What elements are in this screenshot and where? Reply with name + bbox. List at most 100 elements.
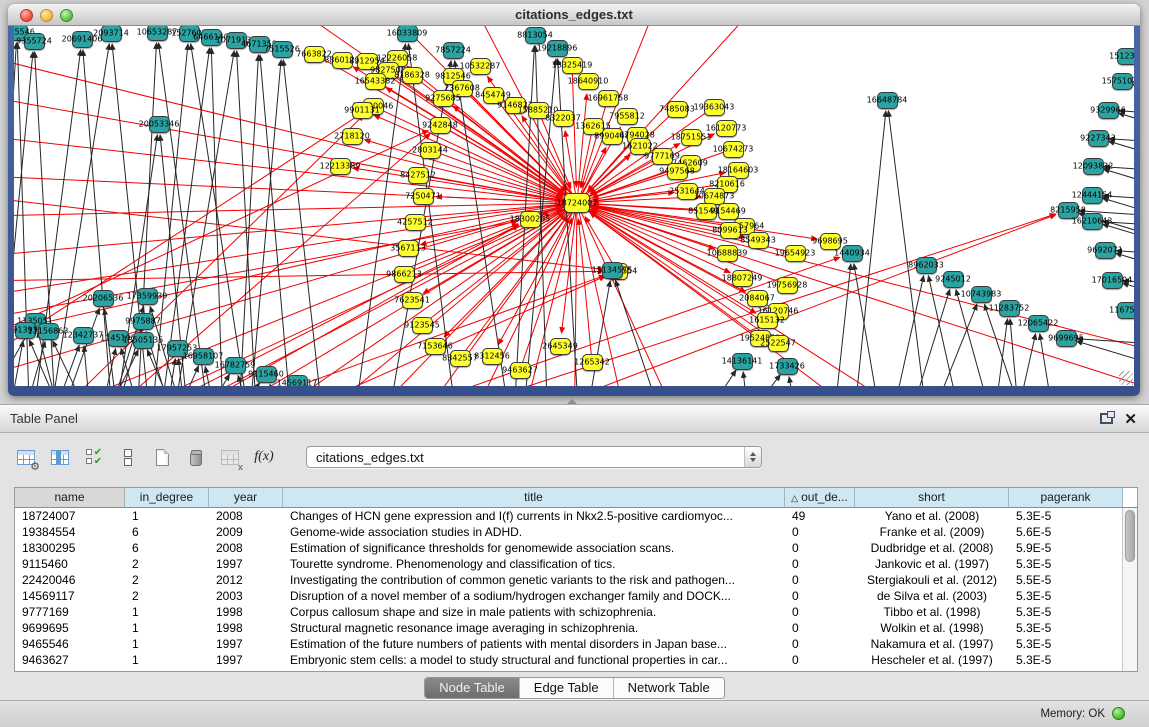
table-scrollbar[interactable] <box>1122 508 1137 671</box>
tab-edge-table[interactable]: Edge Table <box>520 678 614 698</box>
table-row[interactable]: 969969511998Structural magnetic resonanc… <box>15 620 1137 636</box>
column-header-short[interactable]: short <box>855 488 1009 507</box>
float-panel-icon[interactable] <box>1100 413 1113 424</box>
graph-node[interactable]: 17016504 <box>1102 272 1123 289</box>
graph-node[interactable]: 13505135 <box>133 332 154 349</box>
table-row[interactable]: 946554611997Estimation of the future num… <box>15 636 1137 652</box>
scrollbar-thumb[interactable] <box>1125 510 1135 562</box>
graph-node[interactable]: 12065422 <box>1028 315 1049 332</box>
graph-node[interactable]: 11156863 <box>38 323 59 340</box>
graph-node[interactable]: 9777169 <box>652 148 673 165</box>
graph-node[interactable]: 16648784 <box>877 92 898 109</box>
graph-node[interactable]: 9123545 <box>412 317 433 334</box>
graph-node[interactable]: 16782759 <box>225 357 246 374</box>
graph-node[interactable]: 16961758 <box>598 90 619 107</box>
graph-node[interactable]: 10674873 <box>704 188 725 205</box>
graph-node[interactable]: 8427512 <box>408 167 429 184</box>
graph-node[interactable]: 1265342 <box>582 354 603 371</box>
tab-node-table[interactable]: Node Table <box>425 678 520 698</box>
column-header-in_degree[interactable]: in_degree <box>125 488 209 507</box>
graph-node[interactable]: 8186328 <box>402 67 423 84</box>
column-header-year[interactable]: year <box>209 488 283 507</box>
graph-node[interactable]: 16120773 <box>716 120 737 137</box>
select-all-icon[interactable]: ✔✔ <box>80 443 108 471</box>
zoom-window-button[interactable] <box>60 9 73 22</box>
graph-node[interactable]: 12213389 <box>330 158 351 175</box>
graph-node[interactable]: 8549343 <box>748 232 769 249</box>
column-header-pagerank[interactable]: pagerank <box>1009 488 1123 507</box>
graph-node[interactable]: 9698695 <box>820 233 841 250</box>
column-header-title[interactable]: title <box>283 488 785 507</box>
table-row[interactable]: 2242004622012Investigating the contribut… <box>15 572 1137 588</box>
graph-node[interactable]: 8312456 <box>482 348 503 365</box>
graph-node[interactable]: 16033809 <box>397 26 418 42</box>
tab-network-table[interactable]: Network Table <box>614 678 724 698</box>
graph-node[interactable]: 9699695 <box>1056 330 1077 347</box>
graph-node[interactable]: 19654923 <box>785 245 806 262</box>
graph-node[interactable]: 10743983 <box>971 286 992 303</box>
graph-node[interactable]: 18325419 <box>562 57 583 74</box>
table-row[interactable]: 946362711997Embryonic stem cells: a mode… <box>15 652 1137 668</box>
graph-node[interactable]: 8099613 <box>720 222 741 239</box>
delete-column-icon[interactable] <box>182 443 210 471</box>
function-builder-icon[interactable]: f(x) <box>250 443 278 471</box>
graph-node[interactable]: 1440934 <box>842 245 863 262</box>
table-settings-icon[interactable]: ⚙ <box>12 443 40 471</box>
graph-node[interactable]: 2803144 <box>420 142 441 159</box>
delete-table-icon[interactable]: x <box>216 443 244 471</box>
graph-node[interactable]: 9497568 <box>667 163 688 180</box>
graph-node[interactable]: 9866213 <box>394 266 415 283</box>
graph-node[interactable]: 18640910 <box>578 73 599 90</box>
graph-node[interactable]: 10674273 <box>723 141 744 158</box>
graph-node[interactable]: 1733426 <box>777 358 798 375</box>
graph-node[interactable]: 16958107 <box>193 348 214 365</box>
table-row[interactable]: 1872400712008Changes of HCN gene express… <box>15 508 1137 524</box>
graph-node[interactable]: 2645349 <box>550 338 571 355</box>
graph-node[interactable]: 7955812 <box>617 108 638 125</box>
graph-node[interactable]: 15134575 <box>602 262 623 279</box>
graph-node[interactable]: 20053346 <box>149 116 170 133</box>
graph-node[interactable]: 7623541 <box>402 292 423 309</box>
panel-splitter-handle[interactable] <box>567 399 577 404</box>
column-header-out_de[interactable]: △out_de... <box>785 488 855 507</box>
graph-node[interactable]: 1512356 <box>1117 48 1135 65</box>
graph-node[interactable]: 15751074 <box>1112 73 1133 90</box>
table-selector-dropdown[interactable]: citations_edges.txt <box>306 446 762 468</box>
graph-node[interactable]: 20206536 <box>93 290 114 307</box>
graph-node[interactable]: 17359939 <box>137 288 158 305</box>
graph-node[interactable]: 7857224 <box>443 42 464 59</box>
close-window-button[interactable] <box>20 9 33 22</box>
graph-node[interactable]: 9115460 <box>256 366 277 383</box>
graph-node[interactable]: 18751551 <box>681 129 702 146</box>
graph-node[interactable]: 20691406 <box>72 31 93 48</box>
graph-node[interactable]: 1615132 <box>757 312 778 329</box>
graph-node[interactable]: 9154469 <box>718 203 739 220</box>
graph-node[interactable]: 7485083 <box>667 101 688 118</box>
graph-node[interactable]: 9692071 <box>1095 242 1116 259</box>
table-row[interactable]: 1938455462009Genome-wide association stu… <box>15 524 1137 540</box>
graph-node[interactable]: 7515526 <box>272 41 293 58</box>
close-panel-icon[interactable]: ✕ <box>1124 410 1137 428</box>
graph-node[interactable]: 10532287 <box>470 58 491 75</box>
graph-node[interactable]: 18724007 <box>564 193 590 213</box>
graph-node[interactable]: 9463627 <box>510 362 531 379</box>
graph-node[interactable]: 9975887 <box>133 313 154 330</box>
graph-node[interactable]: 1167533 <box>1117 302 1135 319</box>
graph-node[interactable]: 18300295 <box>520 211 541 228</box>
graph-node[interactable]: 8322037 <box>553 110 574 127</box>
graph-node[interactable]: 8342557 <box>450 350 471 367</box>
graph-node[interactable]: 9275685 <box>433 90 454 107</box>
graph-node[interactable]: 9242848 <box>430 117 451 134</box>
graph-node[interactable]: 2718120 <box>342 128 363 145</box>
graph-node[interactable]: 7153646 <box>425 338 446 355</box>
graph-node[interactable]: 9329966 <box>1098 102 1119 119</box>
graph-node[interactable]: 2084067 <box>747 290 768 307</box>
graph-node[interactable]: 11283752 <box>999 300 1020 317</box>
network-canvas[interactable]: 1872400718300295766382288601238912954122… <box>14 26 1134 386</box>
graph-node[interactable]: 16210643 <box>1082 213 1103 230</box>
graph-node[interactable]: 14569117 <box>287 375 308 387</box>
graph-node[interactable]: 14136141 <box>732 353 753 370</box>
column-chooser-icon[interactable] <box>46 443 74 471</box>
graph-node[interactable]: 9901131 <box>352 102 373 119</box>
graph-node[interactable]: 8962033 <box>916 257 937 274</box>
